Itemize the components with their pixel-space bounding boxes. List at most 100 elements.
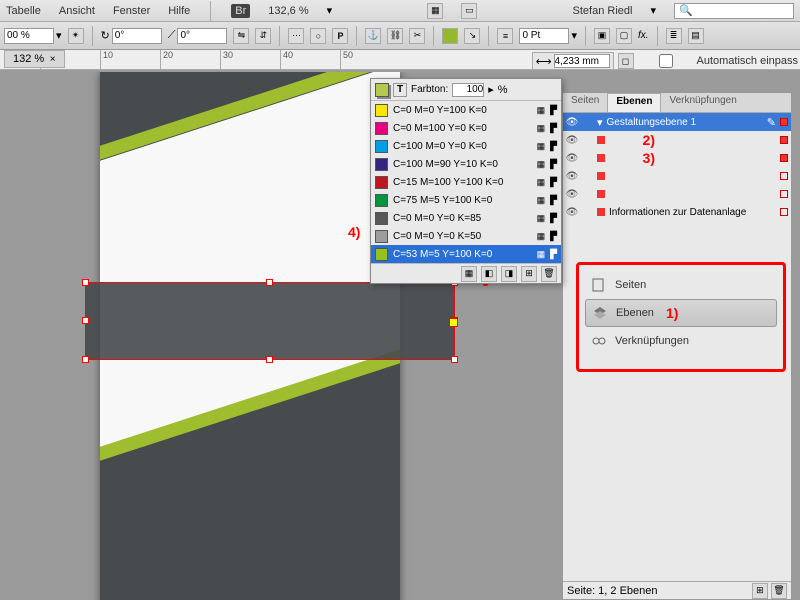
text-fill-icon[interactable]: T <box>393 83 407 97</box>
circle-icon[interactable]: ○ <box>310 28 326 44</box>
tab-ebenen[interactable]: Ebenen <box>607 93 661 112</box>
pen-icon[interactable]: ✎ <box>767 116 776 129</box>
fill-color-icon[interactable] <box>442 28 458 44</box>
stroke-icon[interactable]: ≡ <box>497 28 513 44</box>
swatch-color-icon <box>375 230 388 243</box>
user-name[interactable]: Stefan Riedl <box>573 5 633 17</box>
resize-handle[interactable] <box>82 279 89 286</box>
swatches-panel: T Farbton: ▸ % C=0 M=0 Y=100 K=0▦▛C=0 M=… <box>370 78 562 284</box>
corner-icon[interactable]: ◻ <box>618 53 634 69</box>
width-field[interactable] <box>554 54 610 68</box>
tab-seiten[interactable]: Seiten <box>563 93 607 112</box>
layer-row[interactable]: 👁 <box>563 131 791 149</box>
disclosure-icon[interactable]: ▾ <box>597 116 603 129</box>
trash-icon[interactable]: 🗑 <box>541 266 557 282</box>
tab-verknupfungen[interactable]: Verknüpfungen <box>661 93 744 112</box>
swatch-mode-icon[interactable]: ◧ <box>481 266 497 282</box>
resize-handle[interactable] <box>82 317 89 324</box>
selected-rectangle[interactable] <box>85 282 455 360</box>
layer-row[interactable]: 👁 ▾ Gestaltungsebene 1 ✎ <box>563 113 791 131</box>
layer-row[interactable]: 👁 <box>563 185 791 203</box>
align-icon[interactable]: ≣ <box>666 28 682 44</box>
arrange-icon[interactable]: ▭ <box>461 3 477 19</box>
resize-handle[interactable] <box>451 356 458 363</box>
new-layer-icon[interactable]: ⊞ <box>752 583 768 599</box>
swatch-row[interactable]: C=100 M=90 Y=10 K=0▦▛ <box>371 155 561 173</box>
selection-square[interactable] <box>780 172 788 180</box>
swatch-row[interactable]: C=53 M=5 Y=100 K=0▦▛ <box>371 245 561 263</box>
dropdown-icon[interactable]: ▾ <box>571 29 577 42</box>
swatch-row[interactable]: C=100 M=0 Y=0 K=0▦▛ <box>371 137 561 155</box>
search-input[interactable]: 🔍 <box>674 3 794 19</box>
swatch-row[interactable]: C=15 M=100 Y=100 K=0▦▛ <box>371 173 561 191</box>
bridge-icon[interactable]: Br <box>231 4 250 18</box>
swatch-name: C=0 M=100 Y=0 K=0 <box>393 123 532 134</box>
eye-icon[interactable]: 👁 <box>565 169 579 183</box>
layer-row[interactable]: 👁Informationen zur Datenanlage <box>563 203 791 221</box>
selection-square[interactable] <box>780 208 788 216</box>
menu-fenster[interactable]: Fenster <box>113 5 150 17</box>
wrap-icon[interactable]: ▣ <box>594 28 610 44</box>
align2-icon[interactable]: ▤ <box>688 28 704 44</box>
screen-mode-icon[interactable]: ▦ <box>427 3 443 19</box>
swatch-row[interactable]: C=0 M=0 Y=100 K=0▦▛ <box>371 101 561 119</box>
zoom-dropdown-icon[interactable]: ▾ <box>327 4 333 17</box>
fill-swatch-icon[interactable] <box>375 83 389 97</box>
dotted-icon[interactable]: ⋯ <box>288 28 304 44</box>
layer-row[interactable]: 👁 <box>563 167 791 185</box>
eye-icon[interactable]: 👁 <box>565 151 579 165</box>
fx-label[interactable]: fx. <box>638 30 649 41</box>
swatch-mode2-icon[interactable]: ◨ <box>501 266 517 282</box>
selection-square[interactable] <box>780 118 788 126</box>
flip-v-icon[interactable]: ⇵ <box>255 28 271 44</box>
autofit-checkbox[interactable]: Automatisch einpass <box>638 54 799 68</box>
swatch-row[interactable]: C=75 M=5 Y=100 K=0▦▛ <box>371 191 561 209</box>
resize-handle[interactable] <box>82 356 89 363</box>
rotate-field[interactable] <box>112 28 162 44</box>
selection-square[interactable] <box>780 154 788 162</box>
document-tab[interactable]: 132 % × <box>4 50 65 68</box>
anchor-point[interactable] <box>449 318 458 327</box>
shear-field[interactable] <box>177 28 227 44</box>
cmyk-icon: ▛ <box>550 213 557 224</box>
flip-h-icon[interactable]: ⇋ <box>233 28 249 44</box>
user-dropdown-icon[interactable]: ▾ <box>650 4 656 17</box>
panel-tabs: Seiten Ebenen Verknüpfungen <box>563 93 791 113</box>
new-icon[interactable]: ⊞ <box>521 266 537 282</box>
swatch-row[interactable]: C=0 M=0 Y=0 K=85▦▛ <box>371 209 561 227</box>
swatch-row[interactable]: C=0 M=0 Y=0 K=50▦▛ <box>371 227 561 245</box>
chain-icon[interactable]: ⛓ <box>387 28 403 44</box>
menu-tabelle[interactable]: Tabelle <box>6 5 41 17</box>
eye-icon[interactable]: 👁 <box>565 187 579 201</box>
slider-icon[interactable]: ▸ <box>488 83 494 96</box>
dropdown-icon[interactable]: ▾ <box>56 29 62 42</box>
eye-icon[interactable]: 👁 <box>565 205 579 219</box>
mini-seiten[interactable]: Seiten <box>585 271 777 299</box>
eye-icon[interactable]: 👁 <box>565 133 579 147</box>
fx-icon[interactable]: ✴ <box>68 28 84 44</box>
wrap2-icon[interactable]: ▢ <box>616 28 632 44</box>
layer-row[interactable]: 👁 <box>563 149 791 167</box>
farbton-label: Farbton: <box>411 84 448 95</box>
eye-icon[interactable]: 👁 <box>565 115 579 129</box>
selection-square[interactable] <box>780 190 788 198</box>
delete-layer-icon[interactable]: 🗑 <box>771 583 787 599</box>
selection-square[interactable] <box>780 136 788 144</box>
resize-handle[interactable] <box>266 279 273 286</box>
scissor-icon[interactable]: ✂ <box>409 28 425 44</box>
menu-hilfe[interactable]: Hilfe <box>168 5 190 17</box>
p-icon[interactable]: P <box>332 28 348 44</box>
zoom-level[interactable]: 132,6 % <box>268 5 308 17</box>
swatch-color-icon <box>375 194 388 207</box>
opacity-field[interactable] <box>4 28 54 44</box>
mini-ebenen[interactable]: Ebenen 1) <box>585 299 777 327</box>
farbton-input[interactable] <box>452 83 484 97</box>
arrow-icon[interactable]: ↘ <box>464 28 480 44</box>
mini-verknupfungen[interactable]: Verknüpfungen <box>585 327 777 355</box>
stroke-weight-field[interactable] <box>519 28 569 44</box>
new-swatch-icon[interactable]: ▦ <box>461 266 477 282</box>
resize-handle[interactable] <box>266 356 273 363</box>
swatch-row[interactable]: C=0 M=100 Y=0 K=0▦▛ <box>371 119 561 137</box>
anchor-icon[interactable]: ⚓ <box>365 28 381 44</box>
menu-ansicht[interactable]: Ansicht <box>59 5 95 17</box>
